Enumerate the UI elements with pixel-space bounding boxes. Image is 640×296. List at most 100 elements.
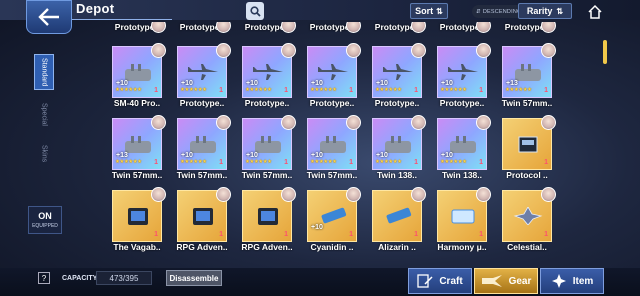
equipped-avatar-icon bbox=[346, 115, 361, 130]
item-card[interactable]: Prototype.. bbox=[177, 22, 231, 33]
item-name: Prototype.. bbox=[179, 98, 225, 108]
rarity-arrows-icon: ⇅ bbox=[556, 6, 564, 16]
search-button[interactable] bbox=[246, 2, 264, 20]
item-stars: ★★★★★★ bbox=[505, 87, 532, 93]
item-card[interactable]: Prototype.. bbox=[437, 22, 491, 33]
gear-wing-icon bbox=[481, 275, 502, 287]
tab-gear[interactable]: Gear bbox=[474, 268, 538, 294]
item-card[interactable]: +10 ★★★★★★ 1 Twin 138.. bbox=[372, 108, 426, 180]
item-name: Prototype.. bbox=[244, 98, 290, 108]
equipped-toggle[interactable]: ON EQUIPPED bbox=[28, 206, 62, 234]
equipped-avatar-icon bbox=[151, 187, 166, 202]
item-count: 1 bbox=[284, 87, 288, 94]
home-button[interactable] bbox=[586, 3, 604, 21]
side-tabs: Standard Special Skins bbox=[34, 54, 56, 174]
item-card[interactable]: 1 Harmony μ.. bbox=[437, 180, 491, 252]
item-level: +10 bbox=[181, 80, 193, 87]
item-count: 1 bbox=[154, 231, 158, 238]
tab-item[interactable]: Item bbox=[540, 268, 604, 294]
item-stars: ★★★★★★ bbox=[245, 159, 272, 165]
back-arrow-icon bbox=[38, 8, 59, 26]
sort-button[interactable]: Sort ⇅ bbox=[410, 3, 448, 19]
item-name: Prototype.. bbox=[374, 98, 420, 108]
turret-icon bbox=[320, 136, 346, 153]
item-card[interactable]: +10 1 Cyanidin .. bbox=[307, 180, 361, 252]
item-level: +13 bbox=[116, 152, 128, 159]
capacity-value: 473/395 bbox=[96, 271, 152, 285]
item-card[interactable]: +10 ★★★★★★ 1 SM-40 Pro.. bbox=[112, 36, 166, 108]
equipped-avatar-icon bbox=[281, 187, 296, 202]
equipped-avatar-icon bbox=[541, 43, 556, 58]
item-card[interactable]: Prototype.. bbox=[112, 22, 166, 33]
disassemble-button[interactable]: Disassemble bbox=[166, 270, 222, 286]
item-name: Prototype.. bbox=[439, 98, 485, 108]
tab-craft-label: Craft bbox=[439, 275, 463, 287]
item-stars: ★★★★★★ bbox=[115, 87, 142, 93]
item-card[interactable]: +10 ★★★★★★ 1 Twin 57mm.. bbox=[242, 108, 296, 180]
item-level: +10 bbox=[246, 152, 258, 159]
turret-icon bbox=[125, 136, 151, 153]
item-name: Twin 57mm.. bbox=[501, 98, 553, 108]
item-card[interactable]: +10 ★★★★★★ 1 Prototype.. bbox=[372, 36, 426, 108]
item-card[interactable]: +10 ★★★★★★ 1 Prototype.. bbox=[307, 36, 361, 108]
turret-icon bbox=[255, 136, 281, 153]
item-card[interactable]: +10 ★★★★★★ 1 Twin 57mm.. bbox=[177, 108, 231, 180]
order-icon: ⇵ bbox=[476, 8, 481, 15]
item-card[interactable]: 1 RPG Adven.. bbox=[241, 180, 296, 252]
equipped-avatar-icon bbox=[541, 115, 556, 130]
item-name: Cyanidin .. bbox=[310, 242, 354, 252]
item-card[interactable]: +10 ★★★★★★ 1 Twin 138.. bbox=[437, 108, 491, 180]
item-count: 1 bbox=[154, 159, 158, 166]
item-level: +10 bbox=[376, 152, 388, 159]
item-name: The Vagab.. bbox=[113, 242, 161, 252]
tab-special[interactable]: Special bbox=[34, 96, 54, 132]
item-card[interactable]: 1 The Vagab.. bbox=[112, 180, 166, 252]
item-level: +10 bbox=[246, 80, 258, 87]
item-count: 1 bbox=[479, 159, 483, 166]
craft-icon bbox=[417, 274, 433, 288]
help-button[interactable]: ? bbox=[38, 272, 50, 284]
turret-icon bbox=[450, 136, 476, 153]
item-card[interactable]: Prototype.. bbox=[242, 22, 296, 33]
equipped-avatar-icon bbox=[346, 187, 361, 202]
item-stars: ★★★★★★ bbox=[180, 159, 207, 165]
item-card[interactable]: +10 ★★★★★★ 1 Prototype.. bbox=[177, 36, 231, 108]
item-card[interactable]: Prototype.. bbox=[372, 22, 426, 33]
item-card[interactable]: Prototype.. bbox=[307, 22, 361, 33]
item-count: 1 bbox=[544, 87, 548, 94]
equipped-avatar-icon bbox=[216, 43, 231, 58]
item-card[interactable]: 1 Alizarin .. bbox=[372, 180, 426, 252]
tab-skins[interactable]: Skins bbox=[34, 136, 54, 172]
tab-craft[interactable]: Craft bbox=[408, 268, 472, 294]
item-stars: ★★★★★★ bbox=[245, 87, 272, 93]
home-icon bbox=[588, 4, 602, 19]
tab-standard[interactable]: Standard bbox=[34, 54, 54, 90]
item-name: Twin 57mm.. bbox=[306, 170, 358, 180]
item-count: 1 bbox=[284, 231, 288, 238]
item-name: Celestial.. bbox=[507, 242, 547, 252]
ticket-icon bbox=[451, 209, 475, 224]
item-card[interactable]: 1 RPG Adven.. bbox=[176, 180, 231, 252]
item-card[interactable]: +10 ★★★★★★ 1 Twin 57mm.. bbox=[307, 108, 361, 180]
plane-icon bbox=[253, 64, 283, 80]
title-underline bbox=[72, 19, 172, 20]
item-card[interactable]: 1 Celestial.. bbox=[502, 180, 556, 252]
item-level: +10 bbox=[311, 80, 323, 87]
item-card[interactable]: 1 Protocol .. bbox=[502, 108, 556, 180]
scrollbar[interactable] bbox=[603, 40, 607, 64]
item-card[interactable]: +10 ★★★★★★ 1 Prototype.. bbox=[437, 36, 491, 108]
plane-icon bbox=[448, 64, 478, 80]
item-card[interactable]: +13 ★★★★★★ 1 Twin 57mm.. bbox=[502, 36, 556, 108]
item-card[interactable]: +10 ★★★★★★ 1 Prototype.. bbox=[242, 36, 296, 108]
rarity-filter-button[interactable]: Rarity ⇅ bbox=[518, 3, 572, 19]
item-card[interactable]: Prototype.. bbox=[502, 22, 556, 33]
item-level: +10 bbox=[116, 80, 128, 87]
star-item-icon bbox=[551, 274, 566, 288]
turret-icon bbox=[125, 64, 151, 81]
turret-icon bbox=[385, 136, 411, 153]
tablet-icon bbox=[128, 208, 148, 225]
item-card[interactable]: +13 ★★★★★★ 1 Twin 57mm.. bbox=[112, 108, 166, 180]
plane-icon bbox=[188, 64, 218, 80]
back-button[interactable] bbox=[26, 0, 72, 34]
equipped-avatar-icon bbox=[541, 187, 556, 202]
